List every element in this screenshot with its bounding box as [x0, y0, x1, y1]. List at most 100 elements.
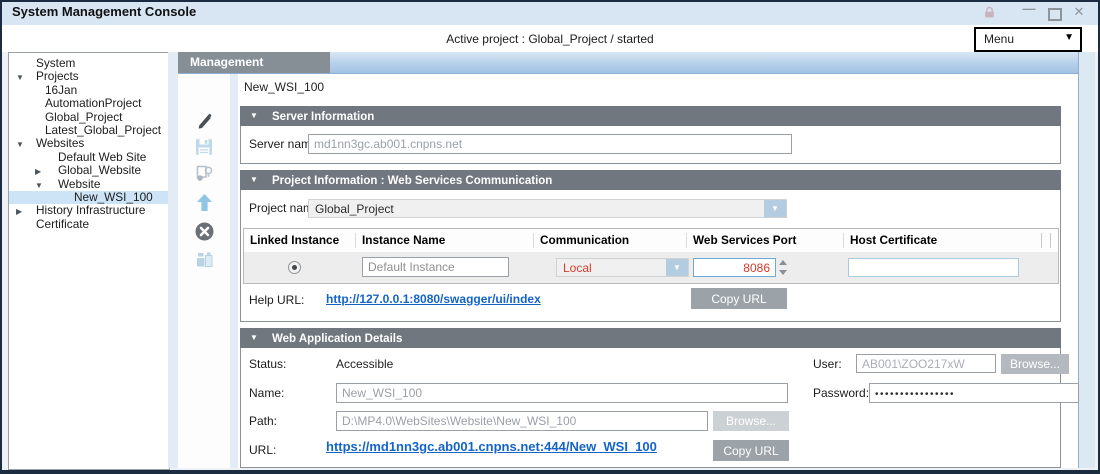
tree-item-global-project[interactable]: Global_Project	[9, 111, 169, 124]
collapse-arrow-icon: ▼	[250, 328, 258, 348]
section-server-information: ▼ Server Information Server name:	[240, 106, 1061, 164]
section-project-information: ▼ Project Information : Web Services Com…	[240, 170, 1061, 322]
port-spinner[interactable]	[777, 258, 789, 277]
cancel-circle-icon[interactable]	[178, 222, 230, 244]
window-title: System Management Console	[12, 4, 196, 19]
navigation-tree: System▼Projects16JanAutomationProjectGlo…	[8, 52, 170, 470]
chevron-collapsed-icon[interactable]: ▶	[35, 165, 41, 178]
tree-item-label: New_WSI_100	[74, 190, 153, 204]
minimize-button[interactable]: —	[1020, 1, 1038, 17]
tab-management[interactable]: Management	[178, 52, 330, 73]
tree-item-label: Projects	[36, 69, 79, 83]
user-label: User:	[813, 357, 842, 371]
name-label: Name:	[249, 386, 284, 400]
help-url-label: Help URL:	[249, 293, 304, 307]
tree-scroll-strip	[168, 52, 178, 468]
server-name-input[interactable]	[308, 134, 792, 154]
collapse-arrow-icon: ▼	[250, 106, 258, 126]
browse-user-button[interactable]: Browse...	[1001, 354, 1069, 374]
project-name-dropdown[interactable]: Global_Project ▼	[308, 199, 787, 218]
app-window: System Management Console — ✕ Active pro…	[0, 0, 1100, 474]
menu-dropdown-arrow-icon: ▼	[1064, 32, 1074, 43]
collapse-arrow-icon: ▼	[250, 170, 258, 190]
copy-help-url-button[interactable]: Copy URL	[691, 288, 787, 309]
toolbar-separator	[230, 73, 238, 468]
spinner-down-icon[interactable]	[779, 270, 787, 275]
column-header-linked-instance: Linked Instance	[244, 233, 356, 248]
browse-path-button[interactable]: Browse...	[713, 411, 789, 431]
maximize-icon	[1048, 8, 1062, 21]
tree-item-label: Global_Project	[45, 110, 122, 124]
section-title: Project Information : Web Services Commu…	[272, 175, 552, 187]
spinner-up-icon[interactable]	[779, 260, 787, 265]
help-url-link[interactable]: http://127.0.0.1:8080/swagger/ui/index	[326, 292, 541, 306]
chevron-expanded-icon[interactable]: ▼	[16, 71, 24, 84]
tree-item-system[interactable]: System	[9, 57, 169, 70]
path-label: Path:	[249, 414, 277, 428]
tree-item-default-web-site[interactable]: Default Web Site	[9, 151, 169, 164]
tree-item-automationproject[interactable]: AutomationProject	[9, 97, 169, 110]
maximize-button[interactable]	[1046, 4, 1064, 25]
column-header-communication: Communication	[534, 233, 687, 248]
status-value: Accessible	[336, 357, 393, 371]
webapp-name-input[interactable]	[336, 383, 788, 403]
side-toolbar	[178, 73, 230, 468]
column-separator	[1042, 233, 1051, 248]
tree-item-label: Global_Website	[58, 163, 141, 177]
instance-row: Local ▼ 8086	[244, 252, 1058, 283]
tree-item-new-wsi-100[interactable]: New_WSI_100	[9, 191, 169, 204]
menu-dropdown[interactable]: Menu ▼	[974, 27, 1082, 52]
section-web-application-details: ▼ Web Application Details Status: Access…	[240, 328, 1061, 468]
communication-dropdown[interactable]: Local ▼	[556, 258, 689, 277]
tree-item-website[interactable]: ▼Website	[9, 178, 169, 191]
tree-item-global-website[interactable]: ▶ Global_Website	[9, 164, 169, 177]
close-button[interactable]: ✕	[1070, 4, 1088, 20]
tree-item-certificate[interactable]: Certificate	[9, 218, 169, 231]
section-header[interactable]: ▼ Web Application Details	[240, 328, 1061, 348]
active-project-bar: Active project : Global_Project / starte…	[2, 25, 1098, 52]
webapp-url-link[interactable]: https://md1nn3gc.ab001.cnpns.net:444/New…	[326, 439, 657, 454]
password-input[interactable]	[869, 383, 1079, 403]
title-bar: System Management Console — ✕	[0, 0, 1100, 25]
chevron-expanded-icon[interactable]: ▼	[35, 179, 43, 192]
vertical-scrollbar[interactable]	[1078, 52, 1095, 468]
host-certificate-input[interactable]	[848, 258, 1019, 277]
validate-icon[interactable]	[178, 165, 230, 185]
tree-item-label: Default Web Site	[58, 150, 146, 164]
path-input[interactable]	[336, 411, 708, 431]
active-project-text: Active project : Global_Project / starte…	[2, 32, 1098, 46]
edit-pencil-icon[interactable]	[178, 111, 230, 133]
tree-item-16jan[interactable]: 16Jan	[9, 84, 169, 97]
user-input[interactable]	[856, 354, 996, 373]
tree-item-history-infrastructure[interactable]: ▶ History Infrastructure	[9, 204, 169, 217]
section-header[interactable]: ▼ Project Information : Web Services Com…	[240, 170, 1061, 190]
lock-icon	[983, 6, 996, 22]
web-services-port-input[interactable]: 8086	[693, 258, 776, 277]
tree-item-latest-global-project[interactable]: Latest_Global_Project	[9, 124, 169, 137]
communication-value: Local	[563, 261, 592, 275]
tree-item-websites[interactable]: ▼Websites	[9, 137, 169, 150]
package-icon[interactable]	[178, 251, 230, 271]
dropdown-arrow-icon[interactable]: ▼	[764, 200, 786, 217]
tree-item-label: AutomationProject	[45, 96, 141, 110]
tab-strip: Management	[178, 52, 1078, 74]
section-title: Server Information	[272, 111, 374, 123]
instances-table: Linked InstanceInstance NameCommunicatio…	[243, 228, 1059, 284]
column-header-host-certificate: Host Certificate	[844, 233, 1042, 248]
linked-instance-radio[interactable]	[288, 261, 301, 274]
tree-item-label: 16Jan	[45, 83, 77, 97]
dropdown-arrow-icon[interactable]: ▼	[666, 259, 688, 276]
section-header[interactable]: ▼ Server Information	[240, 106, 1061, 126]
save-floppy-icon[interactable]	[178, 138, 230, 159]
upload-arrow-icon[interactable]	[178, 193, 230, 215]
tree-item-label: History Infrastructure	[36, 203, 145, 217]
menu-dropdown-label: Menu	[984, 32, 1014, 46]
chevron-collapsed-icon[interactable]: ▶	[16, 205, 22, 218]
tree-item-projects[interactable]: ▼ Projects	[9, 70, 169, 83]
project-name-value: Global_Project	[315, 202, 394, 216]
copy-webapp-url-button[interactable]: Copy URL	[713, 440, 789, 461]
tree-item-label: Latest_Global_Project	[45, 123, 161, 137]
instance-name-input[interactable]	[362, 257, 509, 277]
chevron-expanded-icon[interactable]: ▼	[16, 138, 24, 151]
instances-table-header: Linked InstanceInstance NameCommunicatio…	[244, 229, 1058, 252]
